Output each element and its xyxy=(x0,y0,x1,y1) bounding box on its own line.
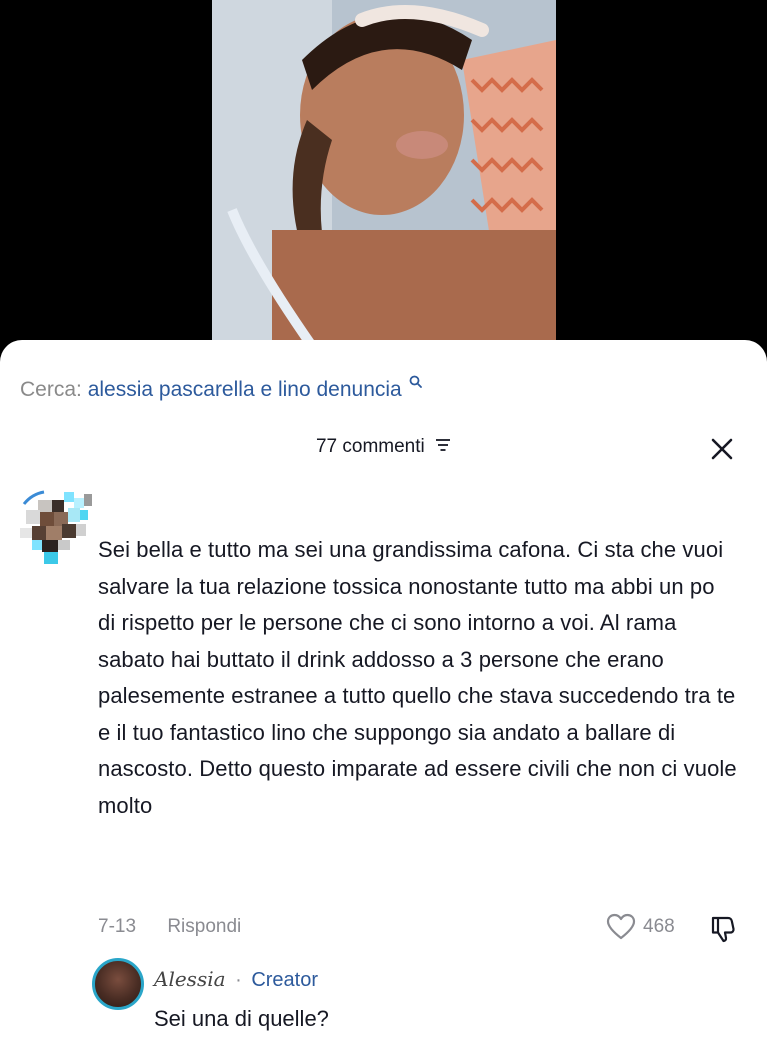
comments-sheet: Cerca: alessia pascarella e lino denunci… xyxy=(0,340,767,1047)
search-icon[interactable] xyxy=(409,370,422,394)
comment-date: 7-13 xyxy=(98,916,137,937)
comments-header: 77 commenti xyxy=(0,436,767,458)
reply-author-name[interactable]: Alessia xyxy=(154,967,226,991)
video-frame-photo xyxy=(212,0,556,346)
comment-meta: 7-13 Rispondi xyxy=(98,916,241,938)
dislike-icon[interactable] xyxy=(709,915,739,943)
commenter-avatar[interactable] xyxy=(18,490,98,570)
reply-separator: · xyxy=(235,969,242,991)
reply-button[interactable]: Rispondi xyxy=(167,916,241,937)
comments-count: 77 commenti xyxy=(315,436,425,458)
video-frame xyxy=(212,0,556,346)
pixelated-avatar xyxy=(20,490,92,564)
search-suggestion[interactable]: Cerca: alessia pascarella e lino denunci… xyxy=(20,370,422,402)
video-player[interactable] xyxy=(0,0,767,360)
creator-avatar[interactable] xyxy=(92,958,144,1010)
search-query[interactable]: alessia pascarella e lino denuncia xyxy=(88,378,402,401)
reply-text: Sei una di quelle? xyxy=(154,1006,329,1031)
reply-author-row: Alessia · Creator xyxy=(154,967,318,992)
sort-icon[interactable] xyxy=(435,436,451,458)
close-icon[interactable] xyxy=(710,437,734,461)
heart-icon[interactable] xyxy=(606,913,636,940)
search-prefix: Cerca: xyxy=(20,378,82,401)
comment-text: Sei bella e tutto ma sei una grandissima… xyxy=(98,537,737,818)
creator-badge: Creator xyxy=(251,969,319,991)
like-button[interactable]: 468 xyxy=(606,913,675,940)
like-count: 468 xyxy=(643,915,675,937)
